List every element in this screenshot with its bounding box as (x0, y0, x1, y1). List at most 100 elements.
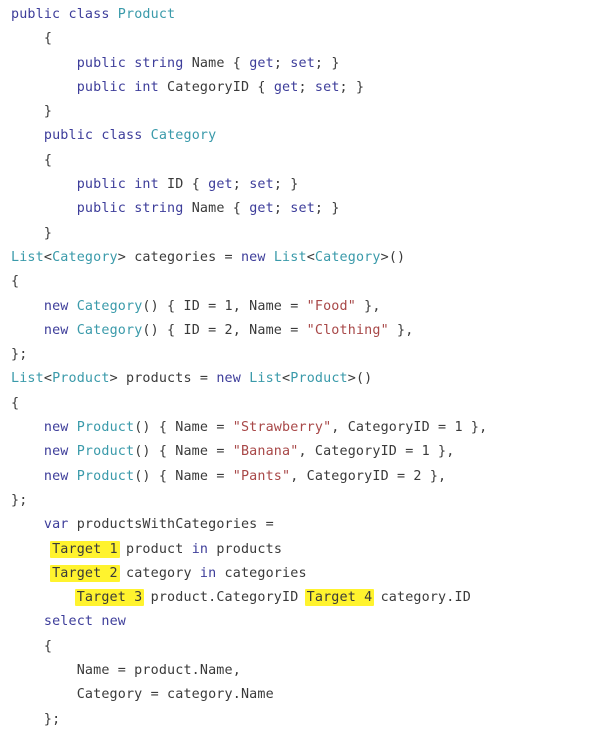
code-text: }; (43, 711, 61, 727)
code-keyword: public (76, 79, 126, 95)
code-line: }; (11, 343, 487, 367)
code-line: { (11, 392, 487, 416)
code-line: public class Category (11, 124, 487, 148)
code-text: product (117, 541, 192, 557)
code-line: public string Name { get; set; } (11, 197, 487, 221)
code-type-name: Product (76, 420, 135, 436)
code-text: ; (298, 79, 315, 95)
code-keyword: in (191, 541, 209, 557)
code-text: >() (380, 249, 406, 265)
code-text: Name { (183, 55, 250, 71)
code-text: productsWithCategories = (68, 517, 274, 533)
code-line: Target 1 product in products (11, 538, 487, 562)
code-line: var productsWithCategories = (11, 513, 487, 537)
code-keyword: set (249, 177, 274, 193)
code-line: List<Product> products = new List<Produc… (11, 367, 487, 391)
code-line: new Product() { Name = "Strawberry", Cat… (11, 416, 487, 440)
code-text: CategoryID { (158, 79, 274, 95)
code-keyword: set (290, 55, 315, 71)
code-keyword: new (43, 468, 69, 484)
code-text: ; } (314, 55, 340, 71)
code-keyword: string (134, 201, 184, 217)
code-keyword: int (134, 177, 159, 193)
code-line: public class Product (11, 3, 487, 27)
code-keyword: public (11, 7, 61, 22)
code-type-name: Product (76, 444, 135, 460)
code-keyword: public (76, 201, 126, 217)
code-line: Target 3 product.CategoryID Target 4 cat… (11, 586, 487, 610)
code-string-literal: "Strawberry" (232, 420, 332, 436)
code-text: Category = category.Name (76, 687, 274, 703)
code-line: { (11, 149, 487, 173)
code-type-name: Product (290, 371, 348, 387)
code-type-name: Product (76, 468, 135, 484)
code-line: } (11, 222, 487, 246)
target-placeholder[interactable]: Target 1 (50, 540, 120, 558)
code-text: }; (11, 347, 28, 363)
code-keyword: new (216, 371, 241, 387)
code-text: , CategoryID = 2 }, (290, 468, 447, 484)
target-placeholder[interactable]: Target 3 (74, 589, 145, 607)
target-placeholder[interactable]: Target 2 (50, 564, 120, 582)
code-text: > categories = (117, 249, 241, 265)
code-keyword: string (134, 55, 184, 71)
code-line: new Product() { Name = "Banana", Categor… (11, 440, 487, 464)
code-keyword: set (314, 79, 340, 95)
code-type-name: List (11, 249, 44, 265)
code-text: ; (273, 55, 291, 71)
code-text: product.CategoryID (142, 590, 307, 606)
code-text: category (117, 565, 200, 581)
code-keyword: public (76, 177, 126, 193)
code-type-name: Category (314, 249, 381, 265)
code-type-name: Category (76, 298, 143, 314)
code-text: ; (232, 177, 250, 193)
code-keyword: class (68, 7, 110, 22)
code-line: Category = category.Name (11, 683, 487, 707)
code-text: , CategoryID = 1 }, (331, 420, 488, 436)
code-text: () { Name = (134, 444, 233, 460)
code-text: { (43, 31, 53, 47)
code-keyword: new (43, 420, 69, 436)
code-text: ID { (158, 177, 209, 193)
code-keyword: public (76, 55, 126, 71)
code-type-name: Product (117, 7, 176, 22)
code-line: { (11, 27, 487, 51)
code-type-name: Product (52, 371, 110, 387)
code-text: ; } (314, 201, 340, 217)
code-text: > products = (109, 371, 217, 387)
code-line: new Category() { ID = 1, Name = "Food" }… (11, 295, 487, 319)
code-text: () { Name = (134, 420, 233, 436)
code-keyword: public (43, 128, 94, 144)
code-string-literal: "Pants" (232, 468, 291, 484)
code-text: Name { (183, 201, 250, 217)
code-type-name: List (273, 249, 307, 265)
code-text: >() (347, 371, 373, 387)
code-type-name: List (11, 371, 44, 387)
target-placeholder[interactable]: Target 4 (304, 589, 375, 607)
code-text: < (43, 371, 53, 387)
code-text: products (208, 541, 283, 557)
code-keyword: get (249, 55, 274, 71)
code-line: } (11, 100, 487, 124)
code-type-name: Category (150, 128, 217, 144)
